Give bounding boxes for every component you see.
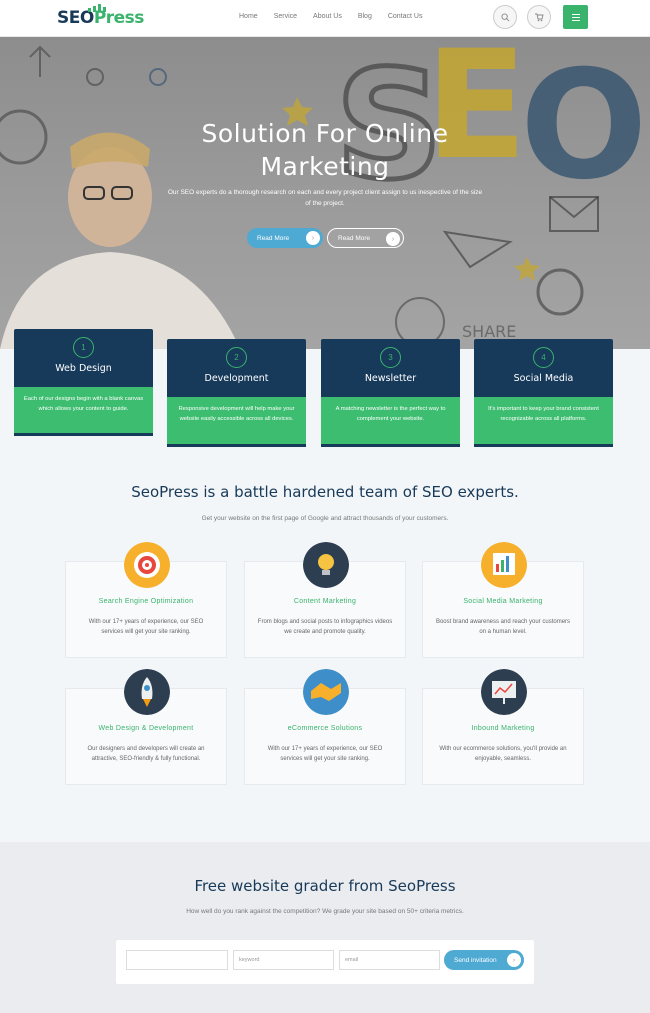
service-title: Inbound Marketing xyxy=(471,725,535,732)
service-text: Boost brand awareness and reach your cus… xyxy=(435,619,571,635)
service-card-seo[interactable]: Search Engine Optimization With our 17+ … xyxy=(65,542,227,658)
website-url-input[interactable] xyxy=(126,950,228,970)
keyword-input[interactable]: keyword xyxy=(233,950,334,970)
nav-about-us[interactable]: About Us xyxy=(313,13,342,20)
service-card-social-media-marketing[interactable]: Social Media Marketing Boost brand aware… xyxy=(422,542,584,658)
service-title: Search Engine Optimization xyxy=(98,598,194,605)
rocket-icon xyxy=(124,669,170,715)
send-invitation-button[interactable]: Send invitation › xyxy=(444,950,524,970)
service-card-ecommerce[interactable]: eCommerce Solutions With our 17+ years o… xyxy=(244,669,406,785)
nav-home[interactable]: Home xyxy=(239,13,258,20)
feature-number: 3 xyxy=(380,347,401,368)
read-more-button-secondary[interactable]: Read More › xyxy=(327,228,404,248)
grader-form: keyword email Send invitation › xyxy=(116,940,534,984)
read-more-button-primary[interactable]: Read More › xyxy=(247,228,323,248)
service-card-content-marketing[interactable]: Content Marketing From blogs and social … xyxy=(244,542,406,658)
service-title: Social Media Marketing xyxy=(463,598,543,605)
service-text: With our ecommerce solutions, you'll pro… xyxy=(439,746,567,762)
nav-contact-us[interactable]: Contact Us xyxy=(388,13,423,20)
nav-service[interactable]: Service xyxy=(274,13,297,20)
service-card-web-design[interactable]: Web Design & Development Our designers a… xyxy=(65,669,227,785)
feature-number: 4 xyxy=(533,347,554,368)
service-title: eCommerce Solutions xyxy=(287,725,363,732)
cart-icon xyxy=(535,13,544,22)
feature-title: Web Design xyxy=(55,363,112,374)
feature-text: A matching newsletter is the perfect way… xyxy=(321,397,460,447)
feature-text: It's important to keep your brand consis… xyxy=(474,397,613,447)
board-icon xyxy=(481,669,527,715)
presentation-icon xyxy=(481,542,527,588)
feature-title: Newsletter xyxy=(364,373,417,384)
nav-blog[interactable]: Blog xyxy=(358,13,372,20)
chevron-right-icon: › xyxy=(386,232,400,246)
search-icon xyxy=(500,12,509,21)
handshake-icon xyxy=(303,669,349,715)
feature-card-web-design[interactable]: 1 Web Design Each of our designs begin w… xyxy=(14,329,153,436)
hero-subtitle: Our SEO experts do a thorough research o… xyxy=(167,189,483,207)
lightbulb-icon xyxy=(303,542,349,588)
chevron-right-icon: › xyxy=(306,231,320,245)
main-nav: Home Service About Us Blog Contact Us xyxy=(239,13,438,20)
chevron-right-icon: › xyxy=(507,953,521,967)
feature-number: 2 xyxy=(226,347,247,368)
hero-title: Solution For Online Marketing xyxy=(201,119,449,181)
cart-button[interactable] xyxy=(527,5,551,29)
service-title: Content Marketing xyxy=(293,598,357,605)
service-card-inbound-marketing[interactable]: Inbound Marketing With our ecommerce sol… xyxy=(422,669,584,785)
target-icon xyxy=(124,542,170,588)
grader-title: Free website grader from SeoPress xyxy=(194,877,456,895)
hero-banner: S E O SHARE Solution For Online Marketin… xyxy=(0,37,650,349)
feature-title: Social Media xyxy=(513,373,574,384)
feature-title: Development xyxy=(204,373,269,384)
feature-card-development[interactable]: 2 Development Responsive development wil… xyxy=(167,339,306,447)
feature-text: Each of our designs begin with a blank c… xyxy=(14,387,153,436)
feature-card-social-media[interactable]: 4 Social Media It's important to keep yo… xyxy=(474,339,613,447)
feature-text: Responsive development will help make yo… xyxy=(167,397,306,447)
service-title: Web Design & Development xyxy=(98,725,194,732)
logo-bars-icon xyxy=(88,4,106,12)
email-input[interactable]: email xyxy=(339,950,440,970)
search-button[interactable] xyxy=(493,5,517,29)
service-text: With our 17+ years of experience, our SE… xyxy=(267,746,383,762)
service-text: With our 17+ years of experience, our SE… xyxy=(88,619,204,635)
site-header: SEOPress Home Service About Us Blog Cont… xyxy=(0,0,650,37)
service-text: From blogs and social posts to infograph… xyxy=(257,619,393,635)
about-subtitle: Get your website on the first page of Go… xyxy=(201,515,449,522)
feature-card-newsletter[interactable]: 3 Newsletter A matching newsletter is th… xyxy=(321,339,460,447)
hamburger-icon xyxy=(571,13,580,15)
website-grader-section: Free website grader from SeoPress How we… xyxy=(0,842,650,1013)
grader-subtitle: How well do you rank against the competi… xyxy=(186,908,464,915)
about-title: SeoPress is a battle hardened team of SE… xyxy=(131,483,519,501)
feature-number: 1 xyxy=(73,337,94,358)
service-text: Our designers and developers will create… xyxy=(87,746,205,762)
menu-toggle-button[interactable] xyxy=(563,5,588,29)
